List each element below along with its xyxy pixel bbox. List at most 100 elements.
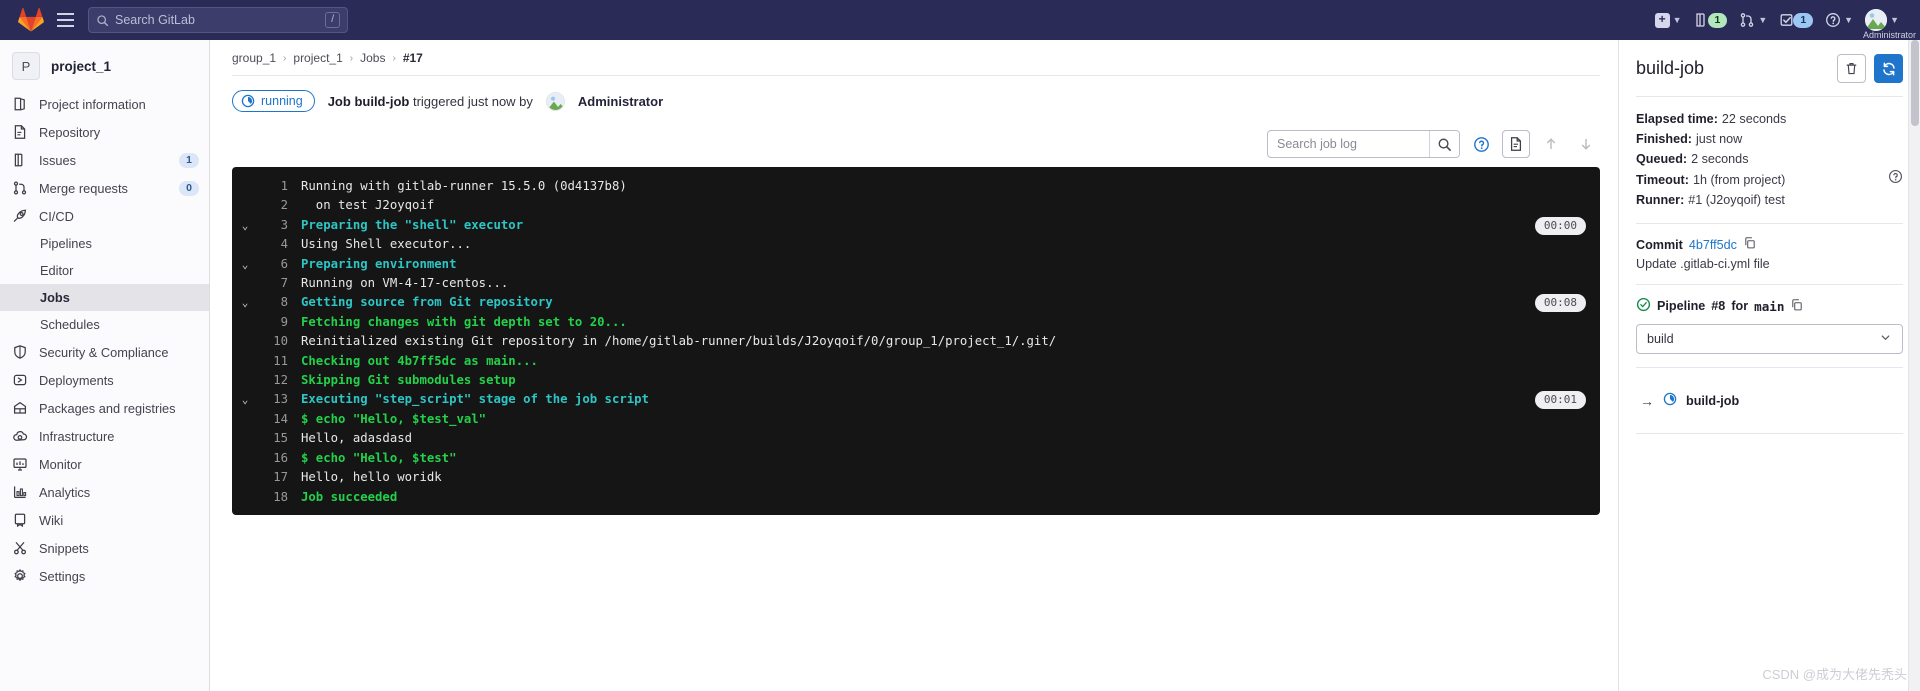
log-line-text: Hello, hello woridk xyxy=(301,470,442,485)
sidebar-item-analytics[interactable]: Analytics xyxy=(0,478,209,506)
sidebar-item-security-compliance[interactable]: Security & Compliance xyxy=(0,338,209,366)
sidebar-item-project-information[interactable]: Project information xyxy=(0,90,209,118)
search-input[interactable]: Search GitLab / xyxy=(88,7,348,33)
triggered-by-user: Administrator xyxy=(577,93,664,109)
log-line-text: Skipping Git submodules setup xyxy=(301,373,516,388)
status-badge[interactable]: running xyxy=(232,90,315,112)
top-navbar: Search GitLab / + ▼ 1 ▼ 1 ▼ ▼ Administra… xyxy=(0,0,1920,40)
log-help-button[interactable] xyxy=(1467,130,1495,158)
commit-sha-link[interactable]: 4b7ff5dc xyxy=(1689,238,1737,252)
log-line: 11 Checking out 4b7ff5dc as main... xyxy=(232,352,1600,371)
log-line-text: Running on VM-4-17-centos... xyxy=(301,276,509,291)
search-icon xyxy=(1438,138,1451,151)
detail-runner: Runner: #1 (J2oyqoif) test xyxy=(1636,190,1903,210)
log-line-text: Using Shell executor... xyxy=(301,237,472,252)
breadcrumb-project[interactable]: project_1 xyxy=(293,51,342,65)
sidebar-item-snippets[interactable]: Snippets xyxy=(0,534,209,562)
sidebar-item-pipelines[interactable]: Pipelines xyxy=(0,230,209,257)
breadcrumb-jobs[interactable]: Jobs xyxy=(360,51,385,65)
sidebar-item-wiki[interactable]: Wiki xyxy=(0,506,209,534)
search-shortcut-key: / xyxy=(325,12,340,28)
job-trigger-text: triggered just now by xyxy=(412,93,533,109)
job-prefix: Job xyxy=(327,93,351,109)
sidebar-item-infrastructure[interactable]: Infrastructure xyxy=(0,422,209,450)
retry-job-button[interactable] xyxy=(1874,54,1903,83)
log-line-number: 18 xyxy=(273,489,288,504)
sidebar-item-label: Pipelines xyxy=(40,236,92,251)
sidebar-item-schedules[interactable]: Schedules xyxy=(0,311,209,338)
raw-log-button[interactable] xyxy=(1502,130,1530,158)
log-line: 1 Running with gitlab-runner 15.5.0 (0d41… xyxy=(232,177,1600,196)
log-line-number: 8 xyxy=(280,295,288,310)
gitlab-logo-icon[interactable] xyxy=(18,7,44,33)
retry-refresh-icon xyxy=(1882,61,1895,76)
log-line-number: 4 xyxy=(280,237,288,252)
scroll-to-top-button[interactable] xyxy=(1537,130,1565,158)
hamburger-menu-icon[interactable] xyxy=(52,7,78,33)
chevron-down-icon[interactable]: ⌄ xyxy=(232,390,258,409)
help-button[interactable]: ▼ xyxy=(1820,8,1858,32)
log-line-number: 11 xyxy=(273,353,288,368)
monitor-icon xyxy=(12,456,28,472)
sidebar-item-editor[interactable]: Editor xyxy=(0,257,209,284)
issues-button[interactable]: 1 xyxy=(1689,8,1733,32)
merge-requests-button[interactable]: ▼ xyxy=(1734,8,1772,32)
timeout-help-button[interactable] xyxy=(1888,169,1903,190)
copy-icon[interactable] xyxy=(1743,236,1757,253)
stage-select[interactable]: build xyxy=(1636,324,1903,354)
trash-icon xyxy=(1846,63,1857,75)
pipeline-number[interactable]: #8 xyxy=(1711,299,1725,313)
sidebar-item-settings[interactable]: Settings xyxy=(0,562,209,590)
sidebar-project-header[interactable]: P project_1 xyxy=(0,46,209,90)
sidebar-item-label: Issues xyxy=(39,152,76,168)
log-line: ⌄ 8 Getting source from Git repository 00:0… xyxy=(232,293,1600,313)
sidebar-item-label: Editor xyxy=(40,263,74,278)
pipeline-job-name: build-job xyxy=(1686,393,1740,408)
breadcrumb-current: #17 xyxy=(402,51,423,65)
create-new-button[interactable]: + ▼ xyxy=(1650,9,1687,32)
chevron-down-icon[interactable]: ⌄ xyxy=(232,293,258,312)
job-header: running Job build-job triggered just now… xyxy=(232,76,1600,124)
chevron-down-icon[interactable]: ⌄ xyxy=(232,216,258,235)
sidebar-item-merge-requests[interactable]: Merge requests 0 xyxy=(0,174,209,202)
breadcrumb-group[interactable]: group_1 xyxy=(232,51,276,65)
pipeline-job-item[interactable]: → build-job xyxy=(1636,380,1903,420)
detail-finished: Finished: just now xyxy=(1636,129,1903,149)
scroll-to-bottom-button[interactable] xyxy=(1572,130,1600,158)
sidebar-item-ci-cd[interactable]: CI/CD xyxy=(0,202,209,230)
user-menu-button[interactable]: ▼ xyxy=(1860,5,1904,35)
erase-job-log-button[interactable] xyxy=(1837,54,1866,83)
merge-request-icon xyxy=(12,180,28,196)
log-line: 14 $ echo "Hello, $test_val" xyxy=(232,410,1600,429)
todos-button[interactable]: 1 xyxy=(1774,8,1818,32)
log-line-text: $ echo "Hello, $test" xyxy=(301,450,457,465)
sidebar-item-deployments[interactable]: Deployments xyxy=(0,366,209,394)
sidebar-nav-list: Project information Repository Issues 1 xyxy=(0,90,209,590)
sidebar-item-label: Infrastructure xyxy=(39,428,115,444)
chevron-down-icon[interactable]: ⌄ xyxy=(232,255,258,274)
avatar[interactable] xyxy=(545,91,565,111)
log-search-box[interactable] xyxy=(1267,130,1460,158)
chevron-right-icon: › xyxy=(392,52,396,64)
main-content: group_1 › project_1 › Jobs › #17 running… xyxy=(210,40,1618,691)
scrollbar-thumb[interactable] xyxy=(1911,40,1919,126)
commit-label: Commit xyxy=(1636,237,1683,252)
cloud-gear-icon xyxy=(12,428,28,444)
pipeline-ref[interactable]: main xyxy=(1754,299,1784,314)
sidebar-item-label: Jobs xyxy=(40,290,70,305)
log-line-number: 2 xyxy=(280,198,288,213)
copy-icon[interactable] xyxy=(1790,298,1804,315)
page-scrollbar[interactable] xyxy=(1908,40,1920,691)
sidebar-item-packages-registries[interactable]: Packages and registries xyxy=(0,394,209,422)
chart-bar-icon xyxy=(12,484,28,500)
search-submit-button[interactable] xyxy=(1428,131,1459,157)
job-log-console[interactable]: 1 Running with gitlab-runner 15.5.0 (0d41… xyxy=(232,167,1600,515)
sidebar-item-issues[interactable]: Issues 1 xyxy=(0,146,209,174)
log-line-number: 7 xyxy=(280,276,288,291)
plus-square-icon: + xyxy=(1654,12,1670,28)
sidebar-item-jobs[interactable]: Jobs xyxy=(0,284,209,311)
sidebar-item-monitor[interactable]: Monitor xyxy=(0,450,209,478)
navbar-right-group: + ▼ 1 ▼ 1 ▼ ▼ xyxy=(1650,5,1908,35)
sidebar-item-repository[interactable]: Repository xyxy=(0,118,209,146)
search-input[interactable] xyxy=(1268,137,1429,151)
